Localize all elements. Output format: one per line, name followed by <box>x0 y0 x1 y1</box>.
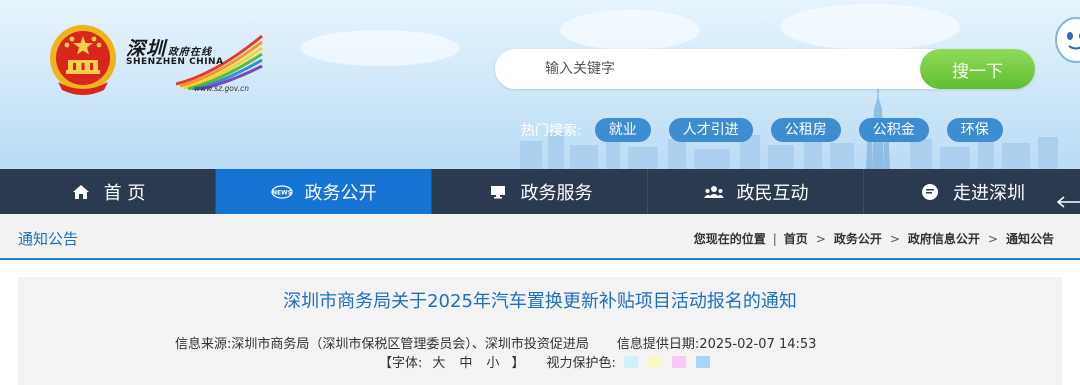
hot-tag-housing-fund[interactable]: 公积金 <box>858 118 929 142</box>
nav-item-services[interactable]: 政务服务 <box>432 169 648 214</box>
hot-tag-employment[interactable]: 就业 <box>594 118 651 142</box>
eye-care-swatch-blue[interactable] <box>695 355 710 368</box>
robot-assistant-icon[interactable] <box>1052 16 1080 64</box>
chat-icon <box>919 183 941 201</box>
font-size-medium-button[interactable]: 中 <box>459 352 472 371</box>
font-size-small-button[interactable]: 小 <box>486 352 499 371</box>
main-nav: 首 页 NEWS 政务公开 政务服务 政民互动 走进深圳 <box>0 169 1080 214</box>
eye-care-swatch-pink[interactable] <box>671 355 686 368</box>
eye-care-swatch-yellow[interactable] <box>647 355 662 368</box>
reading-options: 【字体: 大 中 小 】 视力保护色: <box>379 352 720 371</box>
font-size-label: 【字体: <box>379 356 423 371</box>
article-meta: 信息来源:深圳市商务局（深圳市保税区管理委员会）、深圳市投资促进局 信息提供日期:… <box>175 333 816 352</box>
hot-search: 热门搜索: 就业 人才引进 公租房 公积金 环保 <box>521 117 1021 143</box>
nav-item-label: 政务公开 <box>304 182 377 204</box>
search-bar: 搜一下 <box>495 49 1035 89</box>
font-size-large-button[interactable]: 大 <box>432 352 445 371</box>
eye-care-label: 视力保护色: <box>546 356 616 371</box>
article-header: 深圳市商务局关于2025年汽车置换更新补贴项目活动报名的通知 信息来源:深圳市商… <box>18 277 1062 385</box>
hot-tag-public-housing[interactable]: 公租房 <box>770 118 841 142</box>
monitor-icon <box>487 183 509 201</box>
site-url: www.sz.gov.cn <box>194 84 249 93</box>
cloud-decoration <box>300 30 460 66</box>
nav-item-government-affairs[interactable]: NEWS 政务公开 <box>216 169 432 214</box>
search-button[interactable]: 搜一下 <box>920 49 1035 89</box>
font-size-close-bracket: 】 <box>511 356 525 371</box>
search-input[interactable] <box>545 57 905 81</box>
nav-item-label: 首 页 <box>103 182 146 204</box>
article-title: 深圳市商务局关于2025年汽车置换更新补贴项目活动报名的通知 <box>283 291 797 312</box>
breadcrumb-separator: > <box>987 231 998 246</box>
breadcrumb-link-government-affairs[interactable]: 政务公开 <box>834 230 882 247</box>
national-emblem-logo <box>50 25 116 95</box>
eye-care-swatch-cyan[interactable] <box>623 355 638 368</box>
nav-item-label: 政务服务 <box>520 182 593 204</box>
people-icon <box>703 183 725 201</box>
svg-text:NEWS: NEWS <box>271 189 291 196</box>
nav-item-home[interactable]: 首 页 <box>0 169 216 214</box>
cloud-decoration <box>560 10 700 50</box>
source-label: 信息来源: <box>175 337 232 352</box>
breadcrumb-link-info-disclosure[interactable]: 政府信息公开 <box>908 230 980 247</box>
breadcrumb-separator: > <box>889 231 900 246</box>
breadcrumb-link-notices[interactable]: 通知公告 <box>1006 230 1054 247</box>
date-value: 2025-02-07 14:53 <box>699 337 817 352</box>
date-label: 信息提供日期: <box>616 337 700 352</box>
home-icon <box>70 183 92 201</box>
breadcrumb-link-home[interactable]: 首页 <box>784 230 808 247</box>
breadcrumb: 您现在的位置 | 首页 > 政务公开 > 政府信息公开 > 通知公告 <box>693 230 1054 247</box>
hot-search-label: 热门搜索: <box>521 123 582 139</box>
hot-tag-environment[interactable]: 环保 <box>946 118 1003 142</box>
cloud-decoration <box>780 4 960 50</box>
source-value: 深圳市商务局（深圳市保税区管理委员会）、深圳市投资促进局 <box>231 337 589 352</box>
nav-item-label: 走进深圳 <box>953 182 1025 204</box>
arrow-left-icon[interactable] <box>1054 169 1080 214</box>
site-logo-english: SHENZHEN CHINA <box>126 57 224 67</box>
hot-tag-talent[interactable]: 人才引进 <box>668 118 753 142</box>
breadcrumb-separator: > <box>815 231 826 246</box>
nav-item-about-shenzhen[interactable]: 走进深圳 <box>864 169 1080 214</box>
nav-item-label: 政民互动 <box>736 182 809 204</box>
breadcrumb-location-label: 您现在的位置 <box>693 232 766 246</box>
site-header: 深圳政府在线 SHENZHEN CHINA www.sz.gov.cn 搜一下 … <box>0 0 1080 169</box>
breadcrumb-bar: 通知公告 您现在的位置 | 首页 > 政务公开 > 政府信息公开 > 通知公告 <box>0 214 1080 260</box>
section-title: 通知公告 <box>18 230 79 248</box>
nav-item-interaction[interactable]: 政民互动 <box>648 169 864 214</box>
news-icon: NEWS <box>270 183 293 201</box>
